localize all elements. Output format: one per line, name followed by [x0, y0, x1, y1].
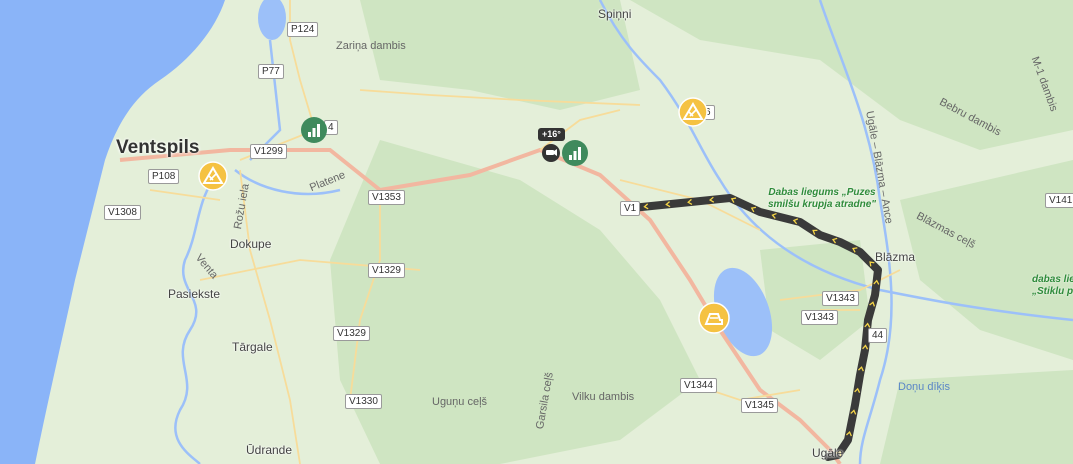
signal-icon[interactable] — [561, 139, 589, 172]
street-label-vilku-dambis: Vilku dambis — [572, 391, 635, 403]
town-label-dokupe: Dokupe — [230, 237, 272, 251]
road-shield: V1329 — [333, 326, 370, 341]
town-label-targale: Tārgale — [232, 340, 273, 354]
road-shield: V1344 — [680, 378, 717, 393]
town-label-pasiekste: Pasiekste — [168, 287, 221, 301]
roadworks-icon[interactable] — [678, 97, 708, 132]
road-shield: V1330 — [345, 394, 382, 409]
road-shield: V1343 — [801, 310, 838, 325]
roadworks-icon[interactable] — [198, 161, 228, 196]
road-shield: 44 — [868, 328, 888, 343]
town-label-udrande: Ūdrande — [246, 443, 293, 457]
park-label-puzes: Dabas liegums „Puzes smilšu krupja atrad… — [767, 187, 877, 210]
street-label-zarina-dambis: Zariņa dambis — [336, 40, 406, 52]
road-shield: V1308 — [104, 205, 141, 220]
signal-icon[interactable] — [300, 116, 328, 149]
snowplow-icon[interactable] — [698, 302, 730, 339]
park-label-stiklu: dabas lieg „Stiklu p — [1032, 274, 1073, 297]
road-shield: V1299 — [250, 144, 287, 159]
road-shield: V1329 — [368, 263, 405, 278]
road-shield: P108 — [148, 169, 180, 184]
map-canvas[interactable] — [0, 0, 1073, 464]
road-shield: P77 — [258, 64, 284, 79]
street-label-ugunu-cels: Uguņu ceļš — [432, 396, 488, 408]
road-shield: V141 — [1045, 193, 1073, 208]
road-shield: V1353 — [368, 190, 405, 205]
town-label-blazma: Blāzma — [875, 250, 916, 264]
road-shield: V1 — [620, 201, 641, 216]
town-label-spinni: Spiņņi — [598, 7, 632, 21]
road-shield: V1345 — [741, 398, 778, 413]
road-shield: V1343 — [822, 291, 859, 306]
speed-camera-icon[interactable] — [541, 143, 561, 168]
street-label-donu-dikis: Doņu dīķis — [898, 381, 950, 393]
town-label-ugale: Ugāle — [812, 446, 844, 460]
city-label-ventspils: Ventspils — [116, 137, 200, 158]
road-shield: P124 — [287, 22, 319, 37]
